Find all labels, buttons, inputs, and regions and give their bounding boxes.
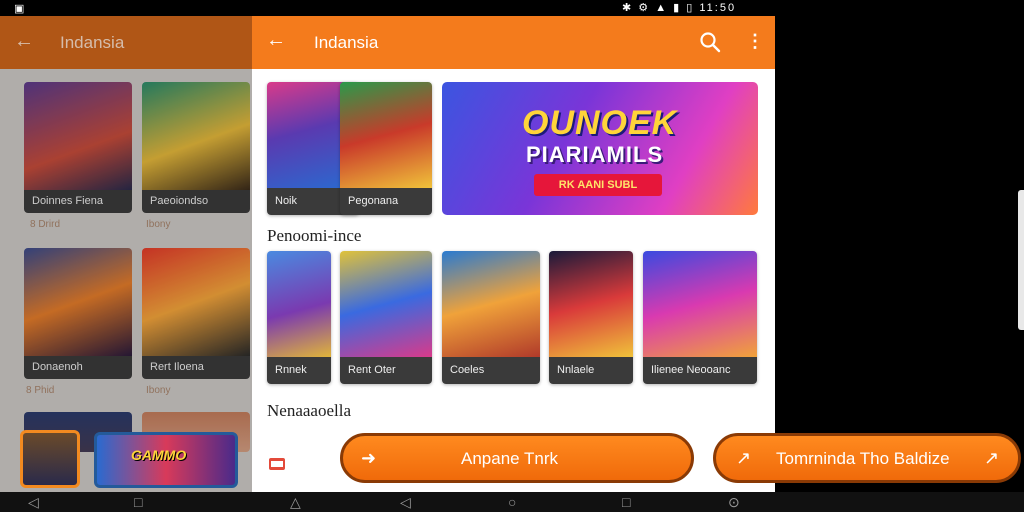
play-arrow-icon: ➜ [361, 448, 377, 468]
game-art [340, 82, 432, 188]
status-icons: ✱ ⚙ ▲ ▮ ▯ 11:50 [622, 2, 737, 14]
card-label: Rnnek [267, 357, 331, 384]
banner-tagline: RK AANI SUBL [534, 174, 662, 196]
primary-action-button[interactable]: ➜ Anpane Tnrk [340, 433, 694, 483]
background-scrim [0, 16, 252, 492]
home-nav-icon[interactable]: ○ [508, 492, 516, 512]
card-label: Coeles [442, 357, 540, 384]
game-card[interactable]: Ilienee Neooanc [643, 251, 757, 384]
recents-nav-icon[interactable]: □ [134, 492, 142, 512]
banner-subtitle: PIARIAMILS [526, 142, 664, 167]
back-arrow-icon[interactable]: ← [266, 29, 286, 52]
app-title: Indansia [314, 33, 379, 52]
search-nav-icon[interactable]: ⊙ [728, 492, 740, 512]
card-label: Ilienee Neooanc [643, 357, 757, 384]
game-card[interactable]: Rnnek [267, 251, 331, 384]
clock: 11:50 [699, 2, 737, 14]
game-card[interactable]: Nnlaele [549, 251, 633, 384]
search-icon[interactable] [698, 30, 722, 54]
app-bar: ← Indansia ⋮ [252, 16, 775, 69]
game-card[interactable]: Rent Oter [340, 251, 432, 384]
edge-panel-handle[interactable] [1018, 190, 1024, 330]
back-nav-icon[interactable]: ◁ [28, 492, 39, 512]
card-label: Nnlaele [549, 357, 633, 384]
banner-title: OUNOEK [522, 104, 678, 142]
game-art [267, 251, 331, 357]
game-card[interactable]: Pegonana [340, 82, 432, 215]
secondary-action-button[interactable]: ↗ Tomrninda Tho Baldize ↗ [713, 433, 1021, 483]
square-icon: ▣ [14, 3, 25, 15]
app-window[interactable]: ← Indansia ⋮ Noik Pegonana OUNOEK PIARIA… [252, 16, 775, 492]
navigation-bar: ◁ □ △ ◁ ○ □ ⊙ [0, 492, 1024, 512]
recent-app-thumbnail[interactable]: GAMMO [94, 432, 238, 488]
game-art [442, 251, 540, 357]
primary-action-label: Anpane Tnrk [461, 449, 559, 468]
game-art [643, 251, 757, 357]
game-card[interactable]: Coeles [442, 251, 540, 384]
recent-app-thumbnail[interactable] [20, 430, 80, 488]
featured-banner[interactable]: OUNOEK PIARIAMILS RK AANI SUBL [442, 82, 758, 215]
card-label: Pegonana [340, 188, 432, 215]
back-nav-icon[interactable]: ◁ [400, 492, 411, 512]
section-title: Nenaaaoella [267, 401, 351, 420]
diagonal-arrow-icon: ↗ [984, 448, 1000, 468]
gift-icon[interactable] [267, 454, 287, 474]
secondary-action-label: Tomrninda Tho Baldize [776, 449, 950, 468]
game-art [340, 251, 432, 357]
thumbnail-title: GAMMO [131, 447, 187, 463]
back-nav-icon[interactable]: △ [290, 492, 301, 512]
more-options-icon[interactable]: ⋮ [746, 31, 764, 52]
card-label: Rent Oter [340, 357, 432, 384]
game-art [549, 251, 633, 357]
recents-nav-icon[interactable]: □ [622, 492, 630, 512]
status-bar: ▣ ✱ ⚙ ▲ ▮ ▯ 11:50 [0, 0, 1024, 16]
diagonal-arrow-icon: ↗ [736, 448, 752, 468]
section-title: Penoomi-ince [267, 226, 362, 245]
